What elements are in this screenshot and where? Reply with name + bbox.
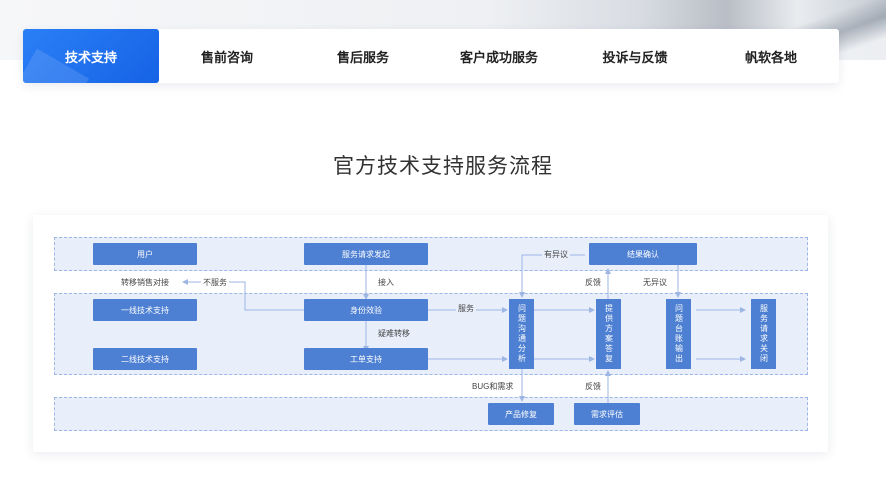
tab-tech-support[interactable]: 技术支持: [23, 29, 159, 83]
node-request-close: 服务请求关闭: [751, 299, 776, 369]
node-result-confirm: 结果确认: [589, 243, 697, 265]
node-product-fix: 产品修复: [488, 403, 554, 425]
service-tabs: 技术支持 售前咨询 售后服务 客户成功服务 投诉与反馈 帆软各地: [23, 29, 839, 83]
section-title: 官方技术支持服务流程: [333, 155, 553, 178]
node-problem-analysis: 问题沟通分析: [509, 299, 534, 369]
node-second-line-support: 二线技术支持: [93, 348, 197, 370]
node-user: 用户: [93, 243, 197, 265]
tab-regions[interactable]: 帆软各地: [703, 29, 839, 83]
tab-aftersales[interactable]: 售后服务: [295, 29, 431, 83]
node-first-line-support: 一线技术支持: [93, 299, 197, 321]
label-access: 接入: [376, 277, 396, 288]
tab-presales[interactable]: 售前咨询: [159, 29, 295, 83]
label-service: 服务: [456, 303, 476, 314]
tab-complaints[interactable]: 投诉与反馈: [567, 29, 703, 83]
node-issue-ledger: 问题台账输出: [666, 299, 691, 369]
label-bug-request: BUG和需求: [470, 381, 516, 392]
node-identity-check: 身份效验: [304, 299, 428, 321]
label-no-objection: 无异议: [641, 277, 669, 288]
label-objection: 有异议: [542, 249, 570, 260]
node-ticket-support: 工单支持: [304, 348, 428, 370]
label-no-service: 不服务: [201, 277, 229, 288]
label-feedback-bottom: 反馈: [583, 381, 603, 392]
node-requirement-eval: 需求评估: [574, 403, 640, 425]
label-transfer-sales: 转移销售对接: [119, 277, 171, 288]
tab-customer-success[interactable]: 客户成功服务: [431, 29, 567, 83]
flow-diagram: 用户 一线技术支持 二线技术支持 服务请求发起 身份效验 工单支持 结果确认 问…: [33, 215, 828, 452]
node-solution-reply: 提供方案答复: [596, 299, 621, 369]
node-service-request: 服务请求发起: [304, 243, 428, 265]
label-escalate: 疑难转移: [376, 328, 412, 339]
label-feedback-top: 反馈: [583, 277, 603, 288]
